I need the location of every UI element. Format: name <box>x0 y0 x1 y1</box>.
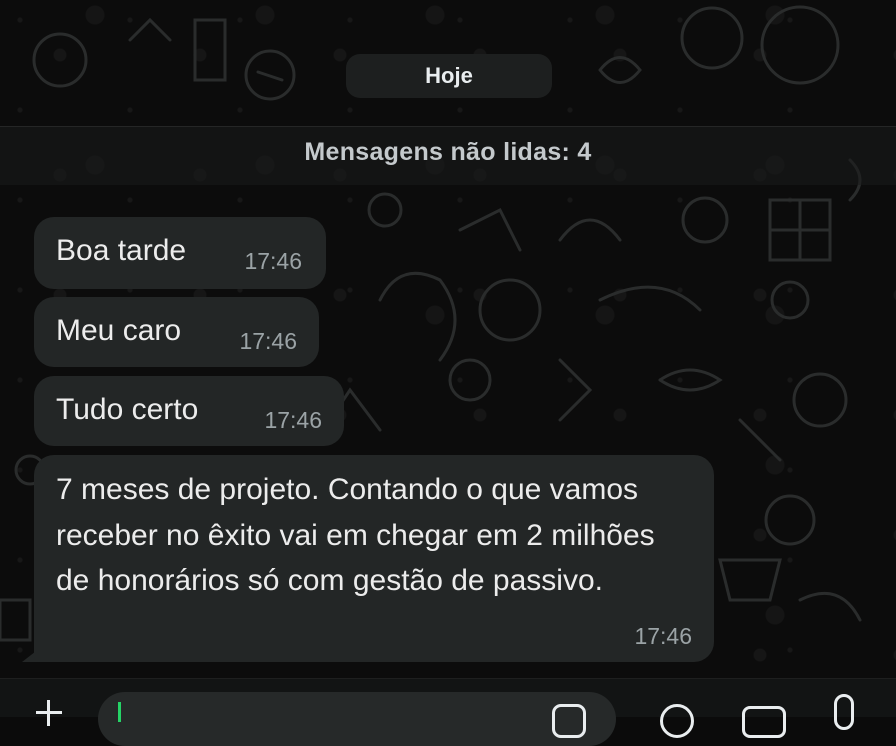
message-time: 17:46 <box>244 248 302 274</box>
message-text: Meu caro <box>56 314 182 347</box>
text-caret <box>118 702 121 722</box>
message-text: Boa tarde <box>56 234 187 267</box>
payment-icon[interactable] <box>660 704 694 738</box>
message-bubble[interactable]: Meu caro 17:46 <box>34 297 319 367</box>
sticker-icon[interactable] <box>552 704 586 738</box>
unread-banner-label: Mensagens não lidas: 4 <box>304 138 592 166</box>
message-input[interactable] <box>98 692 616 746</box>
camera-icon[interactable] <box>742 706 786 738</box>
message-bubble[interactable]: Boa tarde 17:46 <box>34 217 326 289</box>
message-bubble[interactable]: 7 meses de projeto. Contando o que vamos… <box>34 455 714 662</box>
message-text: 7 meses de projeto. Contando o que vamos… <box>56 473 655 597</box>
microphone-icon[interactable] <box>834 694 854 730</box>
message-text: Tudo certo <box>56 393 199 426</box>
message-time: 17:46 <box>264 407 322 433</box>
message-bubble[interactable]: Tudo certo 17:46 <box>34 376 344 446</box>
message-time: 17:46 <box>239 328 297 354</box>
message-time: 17:46 <box>634 623 692 649</box>
plus-icon[interactable] <box>36 700 62 726</box>
day-separator: Hoje <box>346 54 552 98</box>
